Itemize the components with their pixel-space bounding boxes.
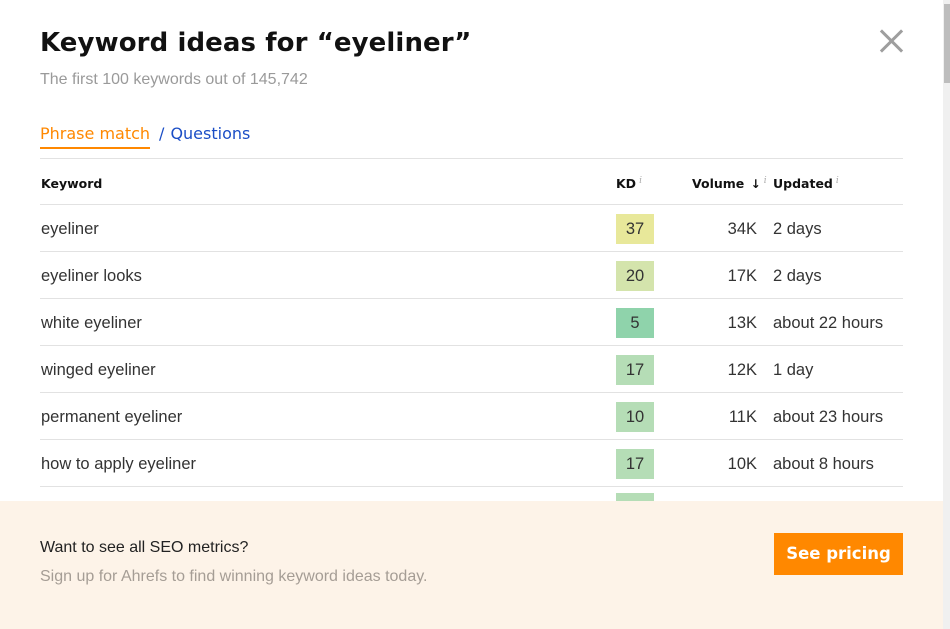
volume-cell: 11K [728, 408, 757, 426]
info-icon[interactable]: i [639, 176, 642, 186]
table-row[interactable]: winged eyeliner 17 12K 1 day [40, 346, 903, 393]
kd-badge: 5 [616, 308, 654, 338]
table-row[interactable]: permanent eyeliner 10 11K about 23 hours [40, 393, 903, 440]
kd-badge: 20 [616, 261, 654, 291]
upsell-title: Want to see all SEO metrics? [40, 539, 249, 556]
scrollbar-thumb[interactable] [944, 4, 950, 83]
table-header: Keyword KD i Volume ↓ i Updated i [40, 159, 903, 205]
tab-separator: / [159, 124, 165, 143]
column-header-updated[interactable]: Updated i [773, 176, 839, 191]
volume-cell: 34K [727, 220, 757, 238]
volume-cell: 13K [727, 314, 757, 332]
updated-cell: 1 day [773, 361, 814, 379]
keyword-cell: white eyeliner [41, 314, 142, 332]
vertical-scrollbar[interactable] [943, 0, 950, 629]
volume-cell: 17K [727, 267, 757, 285]
column-header-kd-label: KD [616, 176, 637, 192]
table-row[interactable]: how to apply eyeliner 17 10K about 8 hou… [40, 440, 903, 487]
table-row[interactable]: eyeliner looks 20 17K 2 days [40, 252, 903, 299]
kd-badge: 37 [616, 214, 654, 244]
info-icon[interactable]: i [836, 176, 839, 186]
modal-subtitle: The first 100 keywords out of 145,742 [40, 71, 308, 88]
see-pricing-button[interactable]: See pricing [774, 533, 903, 575]
upsell-banner: Want to see all SEO metrics? Sign up for… [0, 501, 943, 629]
match-tabs: Phrase match / Questions [40, 124, 250, 149]
kd-badge: 10 [616, 402, 654, 432]
modal-title: Keyword ideas for “eyeliner” [40, 28, 472, 58]
keyword-cell: eyeliner looks [41, 267, 142, 285]
tab-questions[interactable]: Questions [170, 124, 250, 143]
keywords-table: Keyword KD i Volume ↓ i Updated i eyeliner … [40, 158, 903, 487]
updated-cell: about 22 hours [773, 314, 884, 332]
sort-descending-icon: ↓ [750, 177, 761, 192]
updated-cell: 2 days [773, 267, 822, 285]
keyword-cell: eyeliner [41, 220, 99, 238]
keyword-ideas-modal: Keyword ideas for “eyeliner” The first 1… [0, 0, 943, 629]
column-header-volume-label: Volume [692, 176, 745, 192]
upsell-subtitle: Sign up for Ahrefs to find winning keywo… [40, 568, 428, 585]
updated-cell: 2 days [773, 220, 822, 238]
keyword-cell: how to apply eyeliner [41, 455, 197, 473]
column-header-keyword-label: Keyword [41, 176, 103, 191]
column-header-volume[interactable]: Volume ↓ i [692, 176, 767, 191]
column-header-updated-label: Updated [773, 176, 833, 192]
kd-badge: 17 [616, 355, 654, 385]
column-header-kd[interactable]: KD i [616, 176, 642, 191]
column-header-keyword[interactable]: Keyword [41, 176, 102, 191]
close-icon[interactable] [878, 28, 904, 54]
keyword-cell: permanent eyeliner [41, 408, 183, 426]
updated-cell: about 23 hours [773, 408, 884, 426]
tab-phrase-match[interactable]: Phrase match [40, 124, 151, 149]
volume-cell: 10K [727, 455, 757, 473]
kd-badge: 17 [616, 449, 654, 479]
updated-cell: about 8 hours [773, 455, 874, 473]
keyword-cell: winged eyeliner [41, 361, 156, 379]
volume-cell: 12K [727, 361, 757, 379]
table-row[interactable]: eyeliner 37 34K 2 days [40, 205, 903, 252]
info-icon[interactable]: i [764, 176, 767, 186]
table-row[interactable]: white eyeliner 5 13K about 22 hours [40, 299, 903, 346]
